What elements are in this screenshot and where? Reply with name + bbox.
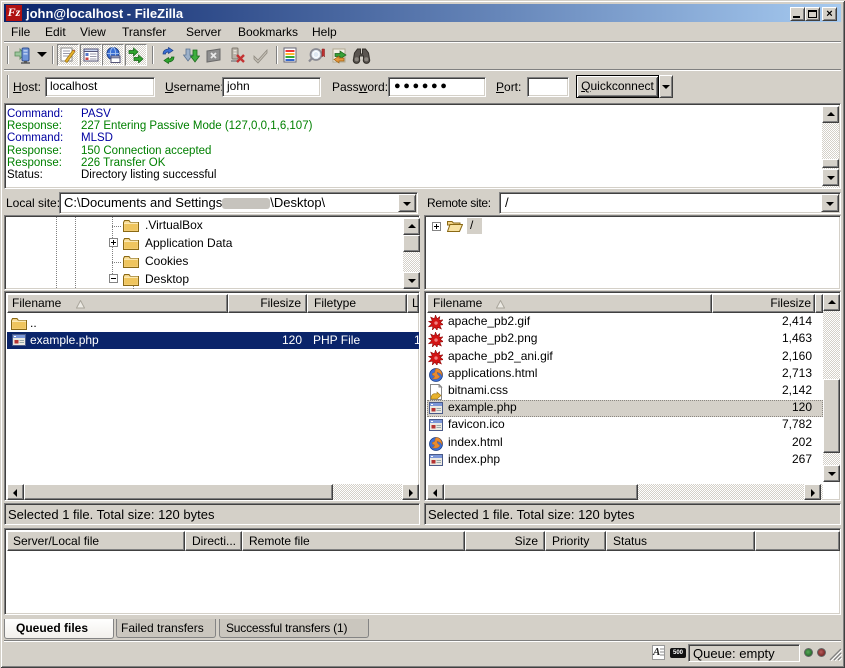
svg-text:A: A: [652, 646, 660, 658]
